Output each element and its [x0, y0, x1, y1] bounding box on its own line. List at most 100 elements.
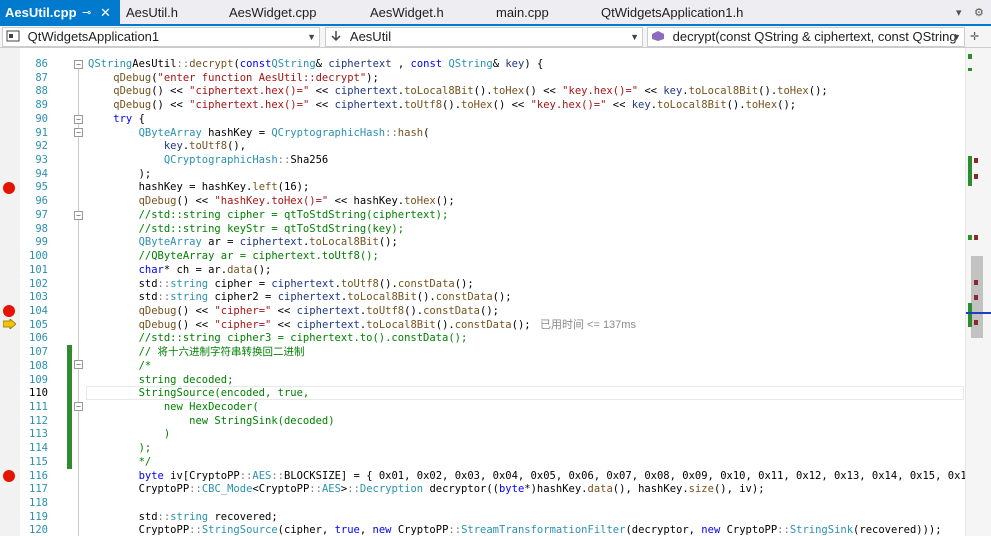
line-number: 109 — [29, 373, 48, 386]
code-line[interactable]: 105 qDebug() << "cipher=" << ciphertext.… — [0, 319, 965, 333]
code-text: //std::string cipher = qtToStdString(cip… — [88, 208, 449, 221]
tab-aesutil-cpp[interactable]: AesUtil.cpp ⊸ ✕ — [0, 0, 120, 26]
navigation-bar: QtWidgetsApplication1 ▼ AesUtil ▼ decryp… — [0, 26, 991, 48]
line-number: 88 — [35, 85, 48, 98]
tab-main-cpp[interactable]: main.cpp — [496, 0, 549, 24]
project-dropdown[interactable]: QtWidgetsApplication1 ▼ — [2, 27, 320, 47]
code-line[interactable]: 119 std::string recovered; — [0, 511, 965, 525]
code-line[interactable]: 92 key.toUtf8(), — [0, 140, 965, 154]
line-number: 103 — [29, 291, 48, 304]
line-number: 105 — [29, 318, 48, 331]
code-line[interactable]: 115 */ — [0, 456, 965, 470]
tab-label: AesUtil.h — [126, 5, 179, 20]
code-line[interactable]: 120 CryptoPP::StringSource(cipher, true,… — [0, 524, 965, 536]
code-text: std::string recovered; — [88, 510, 278, 523]
code-line[interactable]: 97 //std::string cipher = qtToStdString(… — [0, 209, 965, 223]
code-text: byte iv[CryptoPP::AES::BLOCKSIZE] = { 0x… — [88, 469, 991, 482]
scope-dropdown[interactable]: AesUtil ▼ — [325, 27, 643, 47]
line-number: 99 — [35, 236, 48, 249]
close-icon[interactable]: ✕ — [100, 0, 111, 26]
line-number: 91 — [35, 126, 48, 139]
code-line[interactable]: 108 /* — [0, 360, 965, 374]
code-line[interactable]: 118 — [0, 497, 965, 511]
code-text: hashKey = hashKey.left(16); — [88, 181, 310, 194]
line-number: 96 — [35, 195, 48, 208]
code-line[interactable]: 93 QCryptographicHash::Sha256 — [0, 154, 965, 168]
project-name: QtWidgetsApplication1 — [27, 29, 160, 44]
code-line[interactable]: 102 std::string cipher = ciphertext.toUt… — [0, 278, 965, 292]
code-line[interactable]: 99 QByteArray ar = ciphertext.toLocal8Bi… — [0, 236, 965, 250]
change-marker — [968, 235, 972, 240]
code-text: QByteArray ar = ciphertext.toLocal8Bit()… — [88, 236, 398, 249]
code-line[interactable]: 109 string decoded; — [0, 374, 965, 388]
code-line[interactable]: 101 char* ch = ar.data(); — [0, 264, 965, 278]
code-line[interactable]: 98 //std::string keyStr = qtToStdString(… — [0, 223, 965, 237]
change-marker — [968, 54, 972, 59]
code-text: qDebug() << "ciphertext.hex()=" << ciphe… — [88, 85, 828, 98]
code-text: //std::string keyStr = qtToStdString(key… — [88, 222, 405, 235]
tab-label: AesUtil.cpp — [5, 5, 77, 20]
code-text: ); — [88, 167, 152, 180]
code-editor[interactable]: − − − − − − 86 QStringAesUtil::decrypt(co… — [0, 48, 991, 536]
line-number: 115 — [29, 455, 48, 468]
code-line[interactable]: 111 new HexDecoder( — [0, 401, 965, 415]
breakpoint-marker — [974, 320, 978, 325]
code-text: qDebug() << "cipher=" << ciphertext.toUt… — [88, 304, 499, 317]
code-line[interactable]: 87 qDebug("enter function AesUtil::decry… — [0, 72, 965, 86]
code-line[interactable]: 116 byte iv[CryptoPP::AES::BLOCKSIZE] = … — [0, 469, 991, 484]
scope-name: AesUtil — [349, 29, 392, 44]
code-line[interactable]: 94 ); — [0, 168, 965, 182]
code-text: std::string cipher = ciphertext.toUtf8()… — [88, 277, 474, 290]
code-line[interactable]: 117 CryptoPP::CBC_Mode<CryptoPP::AES>::D… — [0, 483, 965, 497]
code-line[interactable]: 91 QByteArray hashKey = QCryptographicHa… — [0, 127, 965, 141]
tab-label: QtWidgetsApplication1.h — [601, 5, 744, 20]
breakpoint-marker — [974, 158, 978, 163]
code-text: ); — [88, 442, 152, 455]
line-number: 114 — [29, 442, 48, 455]
code-text: new HexDecoder( — [88, 401, 259, 413]
method-icon — [652, 31, 664, 41]
code-line[interactable]: 113 ) — [0, 428, 965, 442]
line-number: 111 — [29, 401, 48, 413]
code-text: key.toUtf8(), — [88, 140, 247, 153]
code-line[interactable]: 90 try { — [0, 113, 965, 127]
code-line[interactable]: 103 std::string cipher2 = ciphertext.toL… — [0, 291, 965, 305]
code-line[interactable]: 100 //QByteArray ar = ciphertext.toUtf8(… — [0, 250, 965, 264]
pin-icon[interactable]: ⊸ — [82, 0, 91, 26]
tab-overflow-icon[interactable]: ▾ — [956, 0, 962, 24]
line-number: 98 — [35, 222, 48, 235]
code-line[interactable]: 112 new StringSink(decoded) — [0, 415, 965, 429]
line-number: 110 — [29, 387, 48, 400]
caret-position-marker — [966, 312, 991, 314]
code-line[interactable]: 86 QStringAesUtil::decrypt(constQString& … — [0, 58, 965, 72]
line-number: 116 — [29, 469, 48, 482]
code-line[interactable]: 110 StringSource(encoded, true, — [0, 387, 965, 401]
code-text: qDebug() << "cipher=" << ciphertext.toLo… — [88, 318, 636, 331]
member-dropdown[interactable]: decrypt(const QString & ciphertext, cons… — [647, 27, 965, 47]
tab-aesutil-h[interactable]: AesUtil.h — [126, 0, 178, 24]
line-number: 100 — [29, 250, 48, 263]
code-text: qDebug() << "ciphertext.hex()=" << ciphe… — [88, 99, 797, 112]
code-line[interactable]: 96 qDebug() << "hashKey.toHex()=" << has… — [0, 195, 965, 209]
vertical-scrollbar[interactable] — [965, 48, 991, 536]
code-line[interactable]: 106 //std::string cipher3 = ciphertext.t… — [0, 332, 965, 346]
line-number: 97 — [35, 208, 48, 221]
code-line[interactable]: 107 // 将十六进制字符串转换回二进制 — [0, 346, 965, 360]
tab-aeswidget-h[interactable]: AesWidget.h — [370, 0, 444, 24]
line-number: 101 — [29, 263, 48, 276]
tab-qtwidgetsapplication1-h[interactable]: QtWidgetsApplication1.h — [601, 0, 743, 24]
split-icon[interactable]: ✛ — [970, 24, 979, 48]
code-line[interactable]: 95 hashKey = hashKey.left(16); — [0, 181, 965, 195]
code-line[interactable]: 114 ); — [0, 442, 965, 456]
code-text: StringSource(encoded, true, — [88, 387, 310, 400]
settings-icon[interactable]: ⚙ — [974, 0, 984, 24]
code-line[interactable]: 88 qDebug() << "ciphertext.hex()=" << ci… — [0, 85, 965, 99]
tab-aeswidget-cpp[interactable]: AesWidget.cpp — [229, 0, 316, 24]
chevron-down-icon: ▼ — [952, 32, 961, 42]
line-number: 119 — [29, 510, 48, 523]
code-line[interactable]: 89 qDebug() << "ciphertext.hex()=" << ci… — [0, 99, 965, 113]
code-line[interactable]: 104 qDebug() << "cipher=" << ciphertext.… — [0, 305, 965, 319]
line-number: 87 — [35, 71, 48, 84]
code-text: CryptoPP::StringSource(cipher, true, new… — [88, 524, 942, 536]
line-number: 86 — [35, 58, 48, 70]
